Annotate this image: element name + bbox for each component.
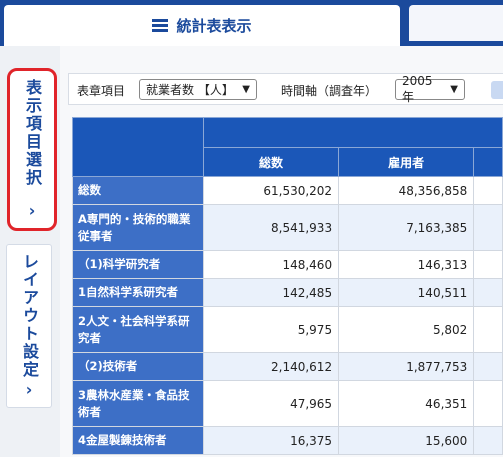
- cell-value: 8,541,933: [202, 204, 340, 251]
- row-label: （1)科学研究者: [72, 250, 204, 279]
- cell-empty: [473, 306, 503, 353]
- chevron-down-icon: ▼: [242, 84, 250, 95]
- cell-value: 140,511: [338, 278, 475, 307]
- table-row: （1)科学研究者 148,460 146,313: [72, 250, 503, 279]
- row-label: 1自然科学系研究者: [72, 278, 204, 307]
- cell-empty: [473, 278, 503, 307]
- table-row: A専門的・技術的職業従事者 8,541,933 7,163,385: [72, 204, 503, 251]
- cell-empty: [473, 204, 503, 251]
- tab-secondary[interactable]: [409, 5, 503, 41]
- toolbar-button[interactable]: [491, 81, 503, 99]
- side-tab-layout-label: レイアウト設定: [20, 253, 39, 379]
- table-row: 4金屋製錬技術者 16,375 15,600: [72, 426, 503, 455]
- row-label: 3農林水産業・食品技術者: [72, 380, 204, 427]
- item-label: 表章項目: [77, 84, 126, 98]
- side-tab-display-items[interactable]: 表示項目選択 ›: [7, 68, 57, 231]
- row-label: 2人文・社会科学系研究者: [72, 306, 204, 353]
- statistics-table: 総数 雇用者 総数 61,530,202 48,356,858 A専門的・技術的…: [72, 117, 503, 455]
- cell-value: 61,530,202: [202, 176, 340, 205]
- side-tab-layout[interactable]: レイアウト設定 ›: [6, 244, 52, 408]
- item-select-value: 就業者数 【人】: [146, 83, 234, 97]
- cell-value: 146,313: [338, 250, 475, 279]
- cell-empty: [473, 380, 503, 427]
- cell-value: 5,802: [338, 306, 475, 353]
- column-header-extra: [473, 147, 503, 177]
- left-panel: 表示項目選択 › レイアウト設定 ›: [0, 46, 60, 457]
- tab-bar: 統計表表示: [0, 0, 503, 46]
- time-axis-label: 時間軸（調査年）: [281, 84, 378, 98]
- cell-value: 7,163,385: [338, 204, 475, 251]
- toolbar: 表章項目 就業者数 【人】 ▼ 時間軸（調査年） 2005年 ▼: [68, 73, 503, 105]
- cell-value: 2,140,612: [202, 352, 340, 381]
- row-label: 4金屋製錬技術者: [72, 426, 204, 455]
- chevron-right-icon: ›: [25, 380, 33, 399]
- cell-value: 142,485: [202, 278, 340, 307]
- column-group-header: [202, 117, 503, 148]
- cell-value: 46,351: [338, 380, 475, 427]
- year-select[interactable]: 2005年 ▼: [395, 74, 465, 104]
- cell-empty: [473, 176, 503, 205]
- tab-statistics-table-label: 統計表表示: [176, 17, 252, 35]
- chevron-down-icon: ▼: [450, 84, 458, 95]
- cell-value: 1,877,753: [338, 352, 475, 381]
- cell-empty: [473, 426, 503, 455]
- row-label: 総数: [72, 176, 204, 205]
- table-row: 3農林水産業・食品技術者 47,965 46,351: [72, 380, 503, 427]
- year-select-value: 2005年: [402, 74, 433, 104]
- cell-value: 5,975: [202, 306, 340, 353]
- table-row: 2人文・社会科学系研究者 5,975 5,802: [72, 306, 503, 353]
- table-list-icon: [152, 19, 169, 32]
- table-row: 1自然科学系研究者 142,485 140,511: [72, 278, 503, 307]
- cell-value: 16,375: [202, 426, 340, 455]
- table-row: （2)技術者 2,140,612 1,877,753: [72, 352, 503, 381]
- row-label: （2)技術者: [72, 352, 204, 381]
- column-header-employees: 雇用者: [338, 147, 475, 177]
- table-header-group: [72, 117, 503, 177]
- cell-empty: [473, 352, 503, 381]
- cell-value: 48,356,858: [338, 176, 475, 205]
- cell-value: 15,600: [338, 426, 475, 455]
- row-label: A専門的・技術的職業従事者: [72, 204, 204, 251]
- chevron-right-icon: ›: [28, 201, 36, 220]
- item-select[interactable]: 就業者数 【人】 ▼: [139, 79, 257, 100]
- column-header-total: 総数: [202, 147, 340, 177]
- side-tab-display-items-label: 表示項目選択: [23, 79, 42, 187]
- cell-empty: [473, 250, 503, 279]
- tab-statistics-table[interactable]: 統計表表示: [4, 5, 400, 46]
- cell-value: 47,965: [202, 380, 340, 427]
- table-row: 総数 61,530,202 48,356,858: [72, 176, 503, 205]
- table-corner: [72, 117, 204, 177]
- cell-value: 148,460: [202, 250, 340, 279]
